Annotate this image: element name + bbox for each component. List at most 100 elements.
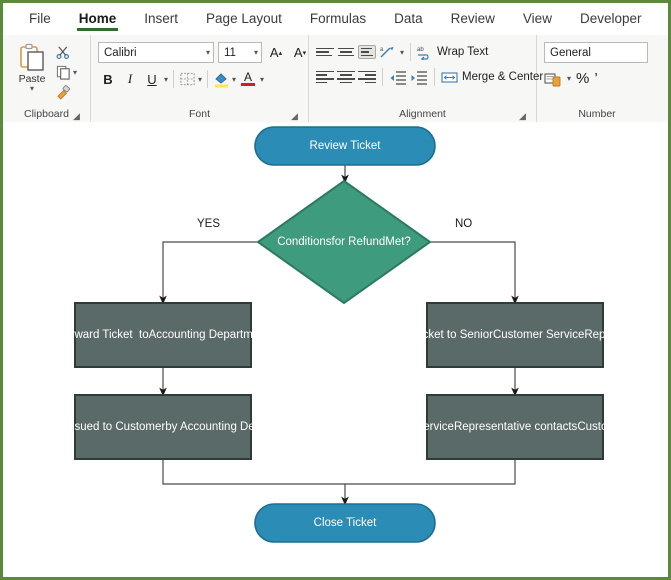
font-size-combo[interactable]: 11 ▾	[218, 42, 262, 63]
connector-right-box2-to-close	[345, 459, 516, 485]
font-color-button[interactable]: A	[238, 69, 258, 89]
accounting-format-chevron-down-icon[interactable]: ▾	[567, 75, 571, 83]
ribbon-groups: Paste ▾ ▾ Clipboard ◢ Calibri ▾ 11 ▾ A ▴…	[3, 35, 668, 122]
merge-and-center-button[interactable]: Merge & Center ▾	[441, 70, 551, 85]
font-dialog-launcher-icon[interactable]: ◢	[290, 112, 299, 121]
ribbon: File Home Insert Page Layout Formulas Da…	[3, 3, 668, 122]
wrap-text-button[interactable]: ab Wrap Text	[417, 45, 488, 60]
font-name-value: Calibri	[104, 46, 137, 59]
alignment-group-label-wrap: Alignment ◢	[316, 106, 529, 122]
underline-chevron-down-icon[interactable]: ▾	[164, 75, 168, 83]
tab-formulas[interactable]: Formulas	[296, 7, 380, 32]
node-conditions-for-refund-met[interactable]	[256, 179, 432, 305]
comma-style-button[interactable]: ’	[594, 70, 597, 87]
tab-view[interactable]: View	[509, 7, 566, 32]
number-format-combo[interactable]: General	[544, 42, 648, 63]
scissors-icon[interactable]	[56, 45, 71, 60]
node-close-ticket[interactable]	[254, 503, 436, 543]
fill-color-chevron-down-icon[interactable]: ▾	[232, 75, 236, 83]
excel-window: File Home Insert Page Layout Formulas Da…	[0, 0, 671, 580]
svg-text:ab: ab	[417, 47, 424, 53]
fill-color-icon[interactable]	[213, 71, 230, 88]
number-group-label: Number	[578, 108, 616, 120]
align-left-button[interactable]	[316, 70, 334, 84]
increase-font-size-label: A	[269, 45, 279, 60]
orientation-chevron-down-icon[interactable]: ▾	[400, 48, 404, 56]
increase-indent-icon[interactable]	[410, 70, 428, 85]
paste-icon	[20, 43, 44, 71]
paste-button[interactable]: Paste ▾	[10, 39, 54, 93]
alignment-separator	[410, 43, 412, 61]
number-group-label-wrap: Number	[544, 106, 650, 122]
increase-font-size-button[interactable]: A ▴	[266, 43, 286, 63]
decrease-indent-icon[interactable]	[389, 70, 407, 85]
merge-and-center-label: Merge & Center	[462, 71, 544, 83]
merge-center-icon	[441, 71, 458, 83]
ribbon-tab-bar: File Home Insert Page Layout Formulas Da…	[3, 3, 668, 35]
accounting-format-icon[interactable]	[544, 71, 562, 87]
edge-label-yes: YES	[197, 218, 221, 230]
font-size-chevron-down-icon[interactable]: ▾	[251, 48, 258, 57]
svg-text:a: a	[380, 47, 384, 53]
ribbon-group-alignment: a ▾ ab Wrap Text Merge & Center Alignmen…	[309, 35, 551, 122]
font-color-chevron-down-icon[interactable]: ▾	[260, 75, 264, 83]
copy-dropdown-chevron-icon[interactable]: ▾	[73, 69, 77, 77]
borders-icon[interactable]	[179, 71, 196, 87]
bold-button[interactable]: B	[98, 69, 118, 89]
underline-button[interactable]: U	[142, 69, 162, 89]
tab-insert[interactable]: Insert	[130, 7, 192, 32]
clipboard-dialog-launcher-icon[interactable]: ◢	[72, 112, 81, 121]
align-bottom-button[interactable]	[358, 45, 376, 59]
font-name-chevron-down-icon[interactable]: ▾	[203, 48, 210, 57]
alignment-separator-2	[382, 68, 383, 86]
font-group-label-wrap: Font ◢	[98, 106, 301, 122]
align-top-button[interactable]	[316, 45, 334, 59]
alignment-separator-3	[434, 68, 435, 86]
align-center-button[interactable]	[337, 70, 355, 84]
font-name-combo[interactable]: Calibri ▾	[98, 42, 214, 63]
wrap-text-label: Wrap Text	[437, 46, 489, 58]
italic-button[interactable]: I	[120, 69, 140, 89]
align-middle-button[interactable]	[337, 45, 355, 59]
wrap-text-icon: ab	[417, 47, 429, 60]
node-refund-issued-to-customer[interactable]	[74, 394, 252, 460]
decrease-font-size-label: A	[293, 45, 303, 60]
node-forward-ticket-accounting[interactable]	[74, 302, 252, 368]
flowchart-diagram	[74, 126, 604, 543]
alignment-group-label: Alignment	[399, 108, 446, 120]
tab-data[interactable]: Data	[380, 7, 437, 32]
node-review-ticket[interactable]	[254, 126, 436, 166]
align-right-button[interactable]	[358, 70, 376, 84]
font-size-value: 11	[224, 46, 236, 59]
percent-style-button[interactable]: %	[576, 70, 589, 87]
ribbon-group-number: General ▾ % ’ Number	[537, 35, 657, 122]
connector-left-box2-to-close	[162, 459, 349, 506]
worksheet-canvas[interactable]: Review Ticket Conditions for Refund Met? F…	[3, 122, 668, 577]
borders-chevron-down-icon[interactable]: ▾	[198, 75, 202, 83]
clipboard-group-label-wrap: Clipboard ◢	[10, 106, 83, 122]
font-color-label: A	[244, 70, 253, 84]
tab-page-layout[interactable]: Page Layout	[192, 7, 296, 32]
number-format-value: General	[550, 46, 591, 59]
font-separator-2	[207, 70, 209, 88]
clipboard-group-label: Clipboard	[24, 108, 69, 120]
font-group-label: Font	[188, 108, 210, 120]
node-senior-csr-contacts-customer[interactable]	[426, 394, 604, 460]
tab-home[interactable]: Home	[65, 7, 131, 32]
tab-help[interactable]: Help	[656, 7, 669, 32]
font-separator	[173, 70, 175, 88]
copy-icon[interactable]	[56, 65, 71, 80]
connector-decision-no	[430, 241, 519, 305]
node-forward-ticket-senior-csr[interactable]	[426, 302, 604, 368]
paste-dropdown-chevron-icon[interactable]: ▾	[30, 85, 34, 93]
decrease-font-size-button[interactable]: A ▾	[290, 43, 310, 63]
tab-developer[interactable]: Developer	[566, 7, 656, 32]
orientation-icon[interactable]: a	[379, 44, 397, 60]
tab-review[interactable]: Review	[437, 7, 509, 32]
paintbrush-icon[interactable]	[56, 85, 71, 100]
edge-label-no: NO	[455, 218, 473, 230]
tab-file[interactable]: File	[15, 7, 65, 32]
font-color-swatch	[241, 83, 256, 86]
ribbon-group-clipboard: Paste ▾ ▾ Clipboard ◢	[3, 35, 91, 122]
alignment-dialog-launcher-icon[interactable]: ◢	[518, 112, 527, 121]
